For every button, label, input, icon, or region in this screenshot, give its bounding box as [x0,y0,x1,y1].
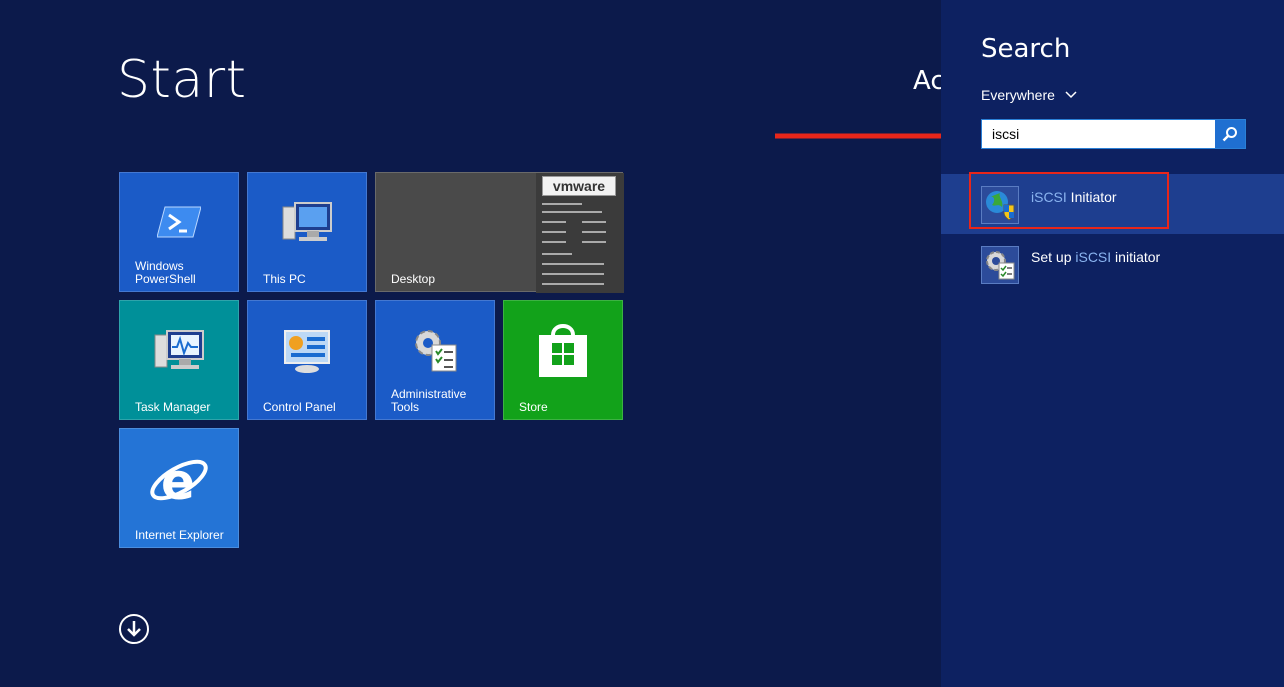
tile-internet-explorer[interactable]: e Internet Explorer [119,428,239,548]
svg-text:e: e [161,453,195,511]
tile-label: Windows PowerShell [135,259,196,286]
tile-label: Store [519,400,548,414]
tile-label: Desktop [391,272,436,286]
tile-label: Internet Explorer [135,528,224,542]
search-panel-title: Search [981,34,1071,64]
settings-gear-icon [981,246,1019,284]
highlight-box-annotation [969,172,1169,229]
tile-administrative-tools[interactable]: Administrative Tools [375,300,495,420]
vmware-logo: vmware [542,176,616,196]
task-manager-icon [120,329,238,375]
tile-label: Control Panel [263,400,336,414]
tile-label: This PC [263,272,306,286]
tile-label: Task Manager [135,400,211,414]
start-title: Start [117,50,247,110]
search-charm-panel: Search Everywhere iSCSI Initiator [941,0,1284,687]
search-result-setup-iscsi-initiator[interactable]: Set up iSCSI initiator [941,234,1284,294]
tile-desktop[interactable]: vmware Desktop [375,172,624,293]
search-button[interactable] [1215,120,1245,148]
computer-icon [248,201,366,247]
search-result-label: Set up iSCSI initiator [1031,249,1161,265]
arrow-down-icon [127,621,141,637]
search-box [981,119,1246,149]
tile-task-manager[interactable]: Task Manager [119,300,239,420]
search-scope-label: Everywhere [981,87,1055,103]
control-panel-icon [248,329,366,375]
account-name-partial[interactable]: Ac [913,66,945,96]
admin-tools-icon [376,327,494,373]
tile-control-panel[interactable]: Control Panel [247,300,367,420]
internet-explorer-icon: e [120,449,238,511]
chevron-down-icon [1065,91,1077,99]
magnifier-icon [1222,127,1237,142]
search-scope-dropdown[interactable]: Everywhere [981,87,1077,103]
tile-store[interactable]: Store [503,300,623,420]
tile-label: Administrative Tools [391,387,467,414]
tile-this-pc[interactable]: This PC [247,172,367,292]
apps-view-arrow-button[interactable] [119,614,149,644]
tile-windows-powershell[interactable]: Windows PowerShell [119,172,239,292]
store-bag-icon [504,319,622,379]
powershell-icon [120,205,238,239]
search-input[interactable] [982,120,1215,148]
